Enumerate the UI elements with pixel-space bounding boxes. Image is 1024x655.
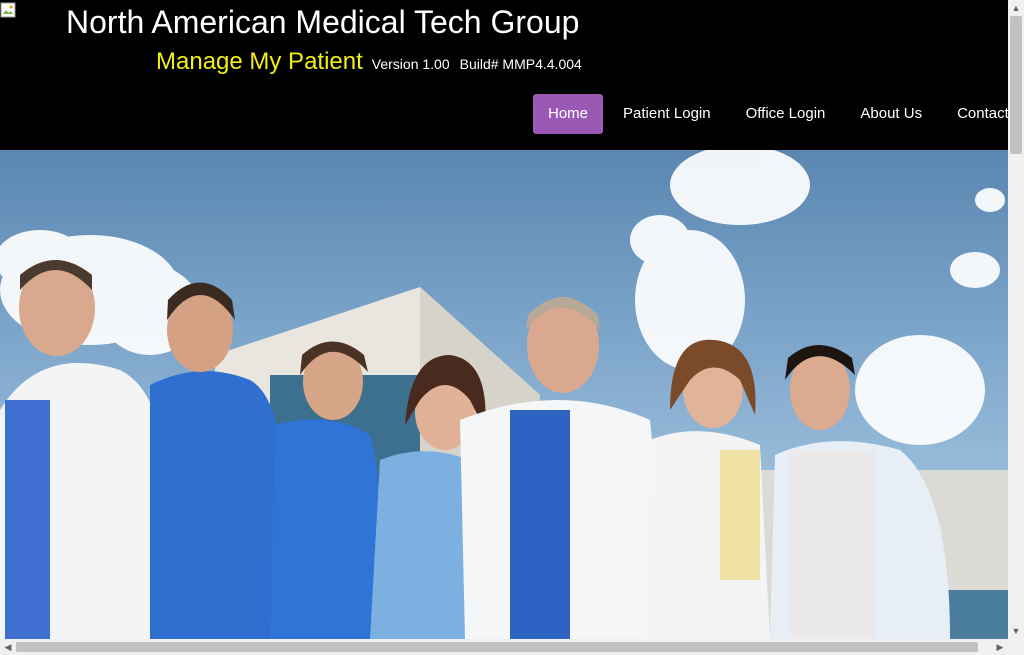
nav-patient-login[interactable]: Patient Login bbox=[608, 94, 726, 134]
chevron-left-icon[interactable]: ◀ bbox=[0, 639, 16, 655]
nav-office-login[interactable]: Office Login bbox=[731, 94, 841, 134]
chevron-down-icon[interactable]: ▼ bbox=[1008, 623, 1024, 639]
nav-about-us[interactable]: About Us bbox=[845, 94, 937, 134]
main-nav: Home Patient Login Office Login About Us… bbox=[533, 94, 1008, 134]
hero-illustration bbox=[0, 150, 1008, 639]
app-name: Manage My Patient bbox=[156, 48, 363, 75]
site-header: North American Medical Tech Group Manage… bbox=[0, 0, 1008, 150]
nav-home[interactable]: Home bbox=[533, 94, 604, 134]
nav-contact-us[interactable]: Contact Us bbox=[942, 94, 1008, 134]
org-title: North American Medical Tech Group bbox=[66, 4, 580, 40]
version-label: Version 1.00 bbox=[371, 56, 450, 72]
broken-image-icon bbox=[0, 2, 16, 18]
horizontal-scroll-thumb[interactable] bbox=[16, 642, 978, 652]
app-subtitle: Manage My Patient Version 1.00 Build# MM… bbox=[156, 46, 582, 78]
chevron-up-icon[interactable]: ▲ bbox=[1008, 0, 1024, 16]
build-label: Build# MMP4.4.004 bbox=[459, 56, 582, 72]
vertical-scroll-thumb[interactable] bbox=[1010, 16, 1022, 154]
chevron-right-icon[interactable]: ▶ bbox=[992, 639, 1008, 655]
hero-image bbox=[0, 150, 1008, 639]
